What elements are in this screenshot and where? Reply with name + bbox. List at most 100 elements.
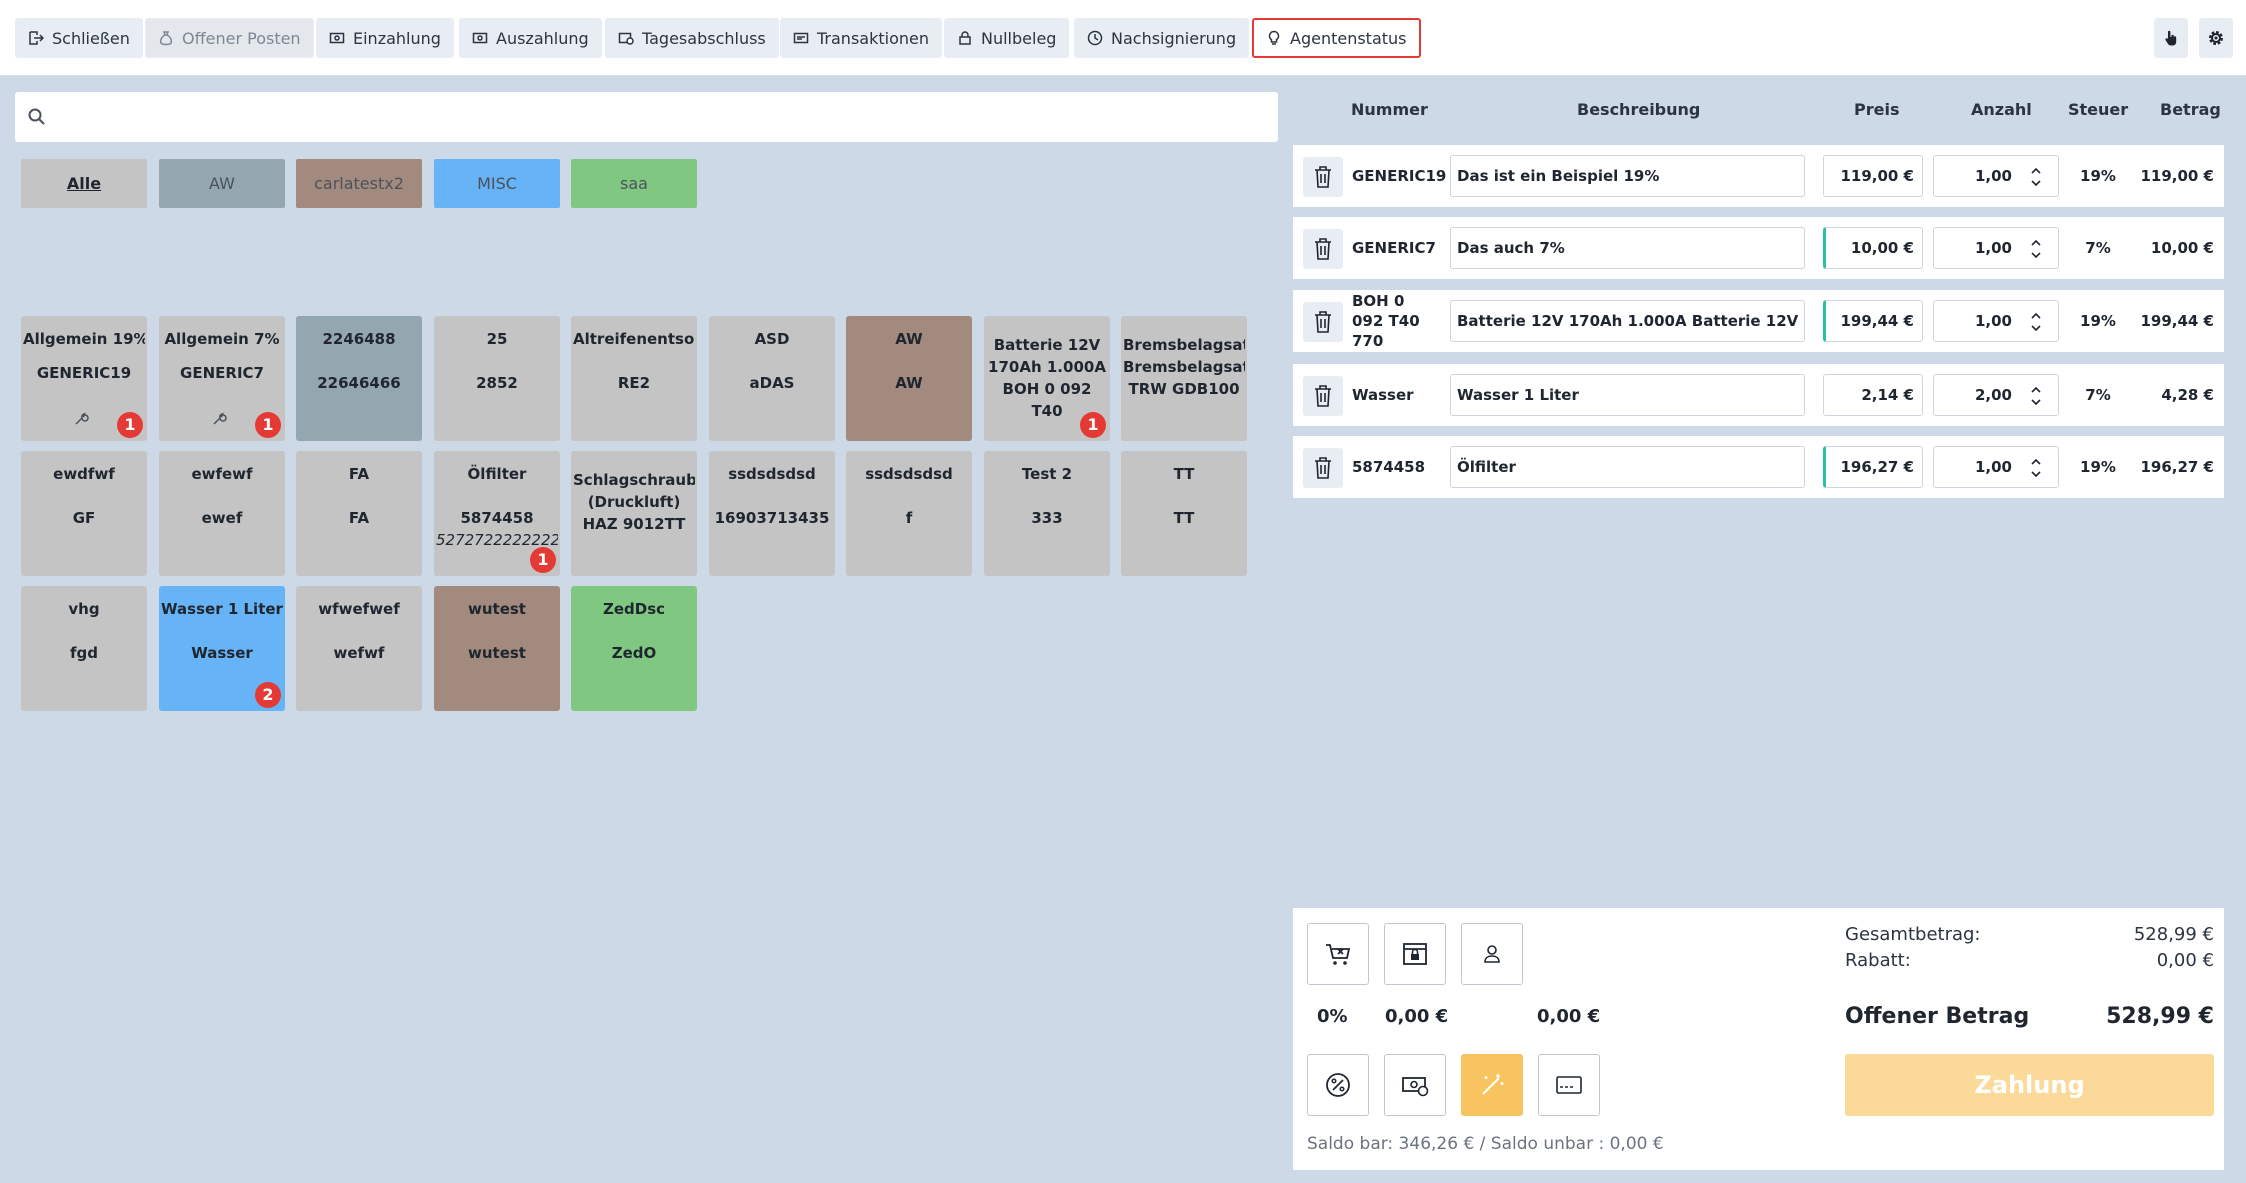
quantity-stepper[interactable]: 2,00 bbox=[1933, 374, 2059, 416]
product-tile[interactable]: TT TT bbox=[1121, 451, 1247, 576]
deposit-button[interactable]: Einzahlung bbox=[316, 18, 454, 58]
pay-button[interactable]: Zahlung bbox=[1845, 1054, 2214, 1116]
cart-row: Wasser Wasser 1 Liter 2,14 € 2,00 7% 4,2… bbox=[1293, 364, 2224, 426]
quantity-stepper[interactable]: 1,00 bbox=[1933, 446, 2059, 488]
item-description-input[interactable]: Das ist ein Beispiel 19% bbox=[1450, 155, 1805, 197]
product-tile[interactable]: Allgemein 19% GENERIC19 1 bbox=[21, 316, 147, 441]
delete-button[interactable] bbox=[1303, 157, 1343, 197]
stepper-arrows-icon bbox=[2031, 312, 2041, 332]
product-tile[interactable]: ASD aDAS bbox=[709, 316, 835, 441]
stepper-arrows-icon bbox=[2031, 239, 2041, 259]
agent-status-button[interactable]: Agentenstatus bbox=[1252, 18, 1421, 58]
item-price-input[interactable]: 196,27 € bbox=[1823, 446, 1923, 488]
card-payment-button[interactable] bbox=[1538, 1054, 1600, 1116]
lock-register-button[interactable] bbox=[1384, 923, 1446, 985]
logout-icon bbox=[29, 31, 44, 45]
item-number: GENERIC7 bbox=[1352, 239, 1436, 257]
discount-button[interactable] bbox=[1307, 1054, 1369, 1116]
item-quantity: 2,00 bbox=[1974, 386, 2012, 404]
product-code: wefwf bbox=[333, 644, 385, 662]
product-name: ssdsdsdsd bbox=[865, 465, 953, 483]
item-quantity: 1,00 bbox=[1974, 167, 2012, 185]
product-name: wfwefwef bbox=[318, 600, 400, 618]
product-tile[interactable]: Wasser 1 Liter Wasser 2 bbox=[159, 586, 285, 711]
day-close-button[interactable]: Tagesabschluss bbox=[605, 18, 779, 58]
open-items-label: Offener Posten bbox=[182, 28, 301, 48]
cart-row: GENERIC7 Das auch 7% 10,00 € 1,00 7% 10,… bbox=[1293, 217, 2224, 279]
product-tile[interactable]: ssdsdsdsd f bbox=[846, 451, 972, 576]
item-description-input[interactable]: Wasser 1 Liter bbox=[1450, 374, 1805, 416]
register-lock-icon bbox=[1403, 943, 1427, 965]
item-quantity: 1,00 bbox=[1974, 312, 2012, 330]
product-tile[interactable]: ewdfwf GF bbox=[21, 451, 147, 576]
delete-button[interactable] bbox=[1303, 229, 1343, 269]
item-description-input[interactable]: Das auch 7% bbox=[1450, 227, 1805, 269]
cart-row: GENERIC19 Das ist ein Beispiel 19% 119,0… bbox=[1293, 145, 2224, 207]
product-tile[interactable]: wutest wutest bbox=[434, 586, 560, 711]
item-amount: 199,44 € bbox=[2140, 312, 2214, 330]
product-tile[interactable]: Ölfilter 5874458 5272722222222 1 bbox=[434, 451, 560, 576]
product-tile[interactable]: AW AW bbox=[846, 316, 972, 441]
item-price-input[interactable]: 199,44 € bbox=[1823, 300, 1923, 342]
discount-value: 0,00 € bbox=[2156, 950, 2214, 971]
item-amount: 119,00 € bbox=[2140, 167, 2214, 185]
customer-button[interactable] bbox=[1461, 923, 1523, 985]
item-price-input[interactable]: 119,00 € bbox=[1823, 155, 1923, 197]
discount-percent: 0% bbox=[1317, 1006, 1348, 1027]
product-tile[interactable]: Altreifenentsorgung RE2 bbox=[571, 316, 697, 441]
product-tile[interactable]: Schlagschrauber (Druckluft) HAZ 9012TT bbox=[571, 451, 697, 576]
stepper-arrows-icon bbox=[2031, 458, 2041, 478]
magic-icon bbox=[1482, 1074, 1504, 1095]
cash-voucher-icon bbox=[1402, 1077, 1429, 1097]
quantity-stepper[interactable]: 1,00 bbox=[1933, 227, 2059, 269]
product-tile[interactable]: FA FA bbox=[296, 451, 422, 576]
checkout-panel: 0% 0,00 € 0,00 € Gesamtbetrag: 528,99 € … bbox=[1293, 908, 2224, 1170]
product-tile[interactable]: Test 2 333 bbox=[984, 451, 1110, 576]
product-code: FA bbox=[348, 509, 370, 527]
magic-button[interactable] bbox=[1461, 1054, 1523, 1116]
product-code: aDAS bbox=[749, 374, 795, 392]
transactions-button[interactable]: Transaktionen bbox=[780, 18, 942, 58]
quantity-stepper[interactable]: 1,00 bbox=[1933, 300, 2059, 342]
category-carlatestx2[interactable]: carlatestx2 bbox=[296, 159, 422, 208]
product-tile[interactable]: Allgemein 7% GENERIC7 1 bbox=[159, 316, 285, 441]
item-price-input[interactable]: 10,00 € bbox=[1823, 227, 1923, 269]
close-button[interactable]: Schließen bbox=[15, 18, 143, 58]
item-amount: 10,00 € bbox=[2150, 239, 2214, 257]
product-name: Test 2 bbox=[1021, 465, 1073, 483]
product-tile[interactable]: ewfewf ewef bbox=[159, 451, 285, 576]
zero-receipt-button[interactable]: Nullbeleg bbox=[944, 18, 1070, 58]
product-tile[interactable]: vhg fgd bbox=[21, 586, 147, 711]
delete-button[interactable] bbox=[1303, 448, 1343, 488]
category-misc[interactable]: MISC bbox=[434, 159, 560, 208]
open-items-button[interactable]: Offener Posten bbox=[145, 18, 314, 58]
item-price-input[interactable]: 2,14 € bbox=[1823, 374, 1923, 416]
category-aw[interactable]: AW bbox=[159, 159, 285, 208]
product-tile[interactable]: Bremsbelagsatz Bremsbelagsatz TRW GDB100 bbox=[1121, 316, 1247, 441]
clear-cart-button[interactable] bbox=[1307, 923, 1369, 985]
quantity-stepper[interactable]: 1,00 bbox=[1933, 155, 2059, 197]
touch-mode-button[interactable] bbox=[2154, 18, 2188, 58]
product-tile[interactable]: Batterie 12V 170Ah 1.000A BOH 0 092 T40 … bbox=[984, 316, 1110, 441]
product-name: Batterie 12V 170Ah 1.000A bbox=[988, 336, 1106, 376]
search-input[interactable] bbox=[57, 97, 1278, 137]
payout-button[interactable]: Auszahlung bbox=[459, 18, 602, 58]
product-tile[interactable]: ZedDsc ZedO bbox=[571, 586, 697, 711]
product-tile[interactable]: wfwefwef wefwf bbox=[296, 586, 422, 711]
item-description-input[interactable]: Ölfilter bbox=[1450, 446, 1805, 488]
delete-button[interactable] bbox=[1303, 376, 1343, 416]
item-quantity: 1,00 bbox=[1974, 458, 2012, 476]
discount-amount: 0,00 € bbox=[1385, 1006, 1449, 1027]
product-tile[interactable]: 25 2852 bbox=[434, 316, 560, 441]
category-saa[interactable]: saa bbox=[571, 159, 697, 208]
resign-button[interactable]: Nachsignierung bbox=[1074, 18, 1250, 58]
item-description-input[interactable]: Batterie 12V 170Ah 1.000A Batterie 12V 1… bbox=[1450, 300, 1805, 342]
product-code: 2852 bbox=[476, 374, 518, 392]
product-tile[interactable]: ssdsdsdsd 16903713435 bbox=[709, 451, 835, 576]
settings-button[interactable] bbox=[2199, 18, 2233, 58]
voucher-button[interactable] bbox=[1384, 1054, 1446, 1116]
total-label: Gesamtbetrag: bbox=[1845, 924, 1981, 945]
product-tile[interactable]: 2246488 22646466 bbox=[296, 316, 422, 441]
delete-button[interactable] bbox=[1303, 302, 1343, 342]
category-all[interactable]: Alle bbox=[21, 159, 147, 208]
